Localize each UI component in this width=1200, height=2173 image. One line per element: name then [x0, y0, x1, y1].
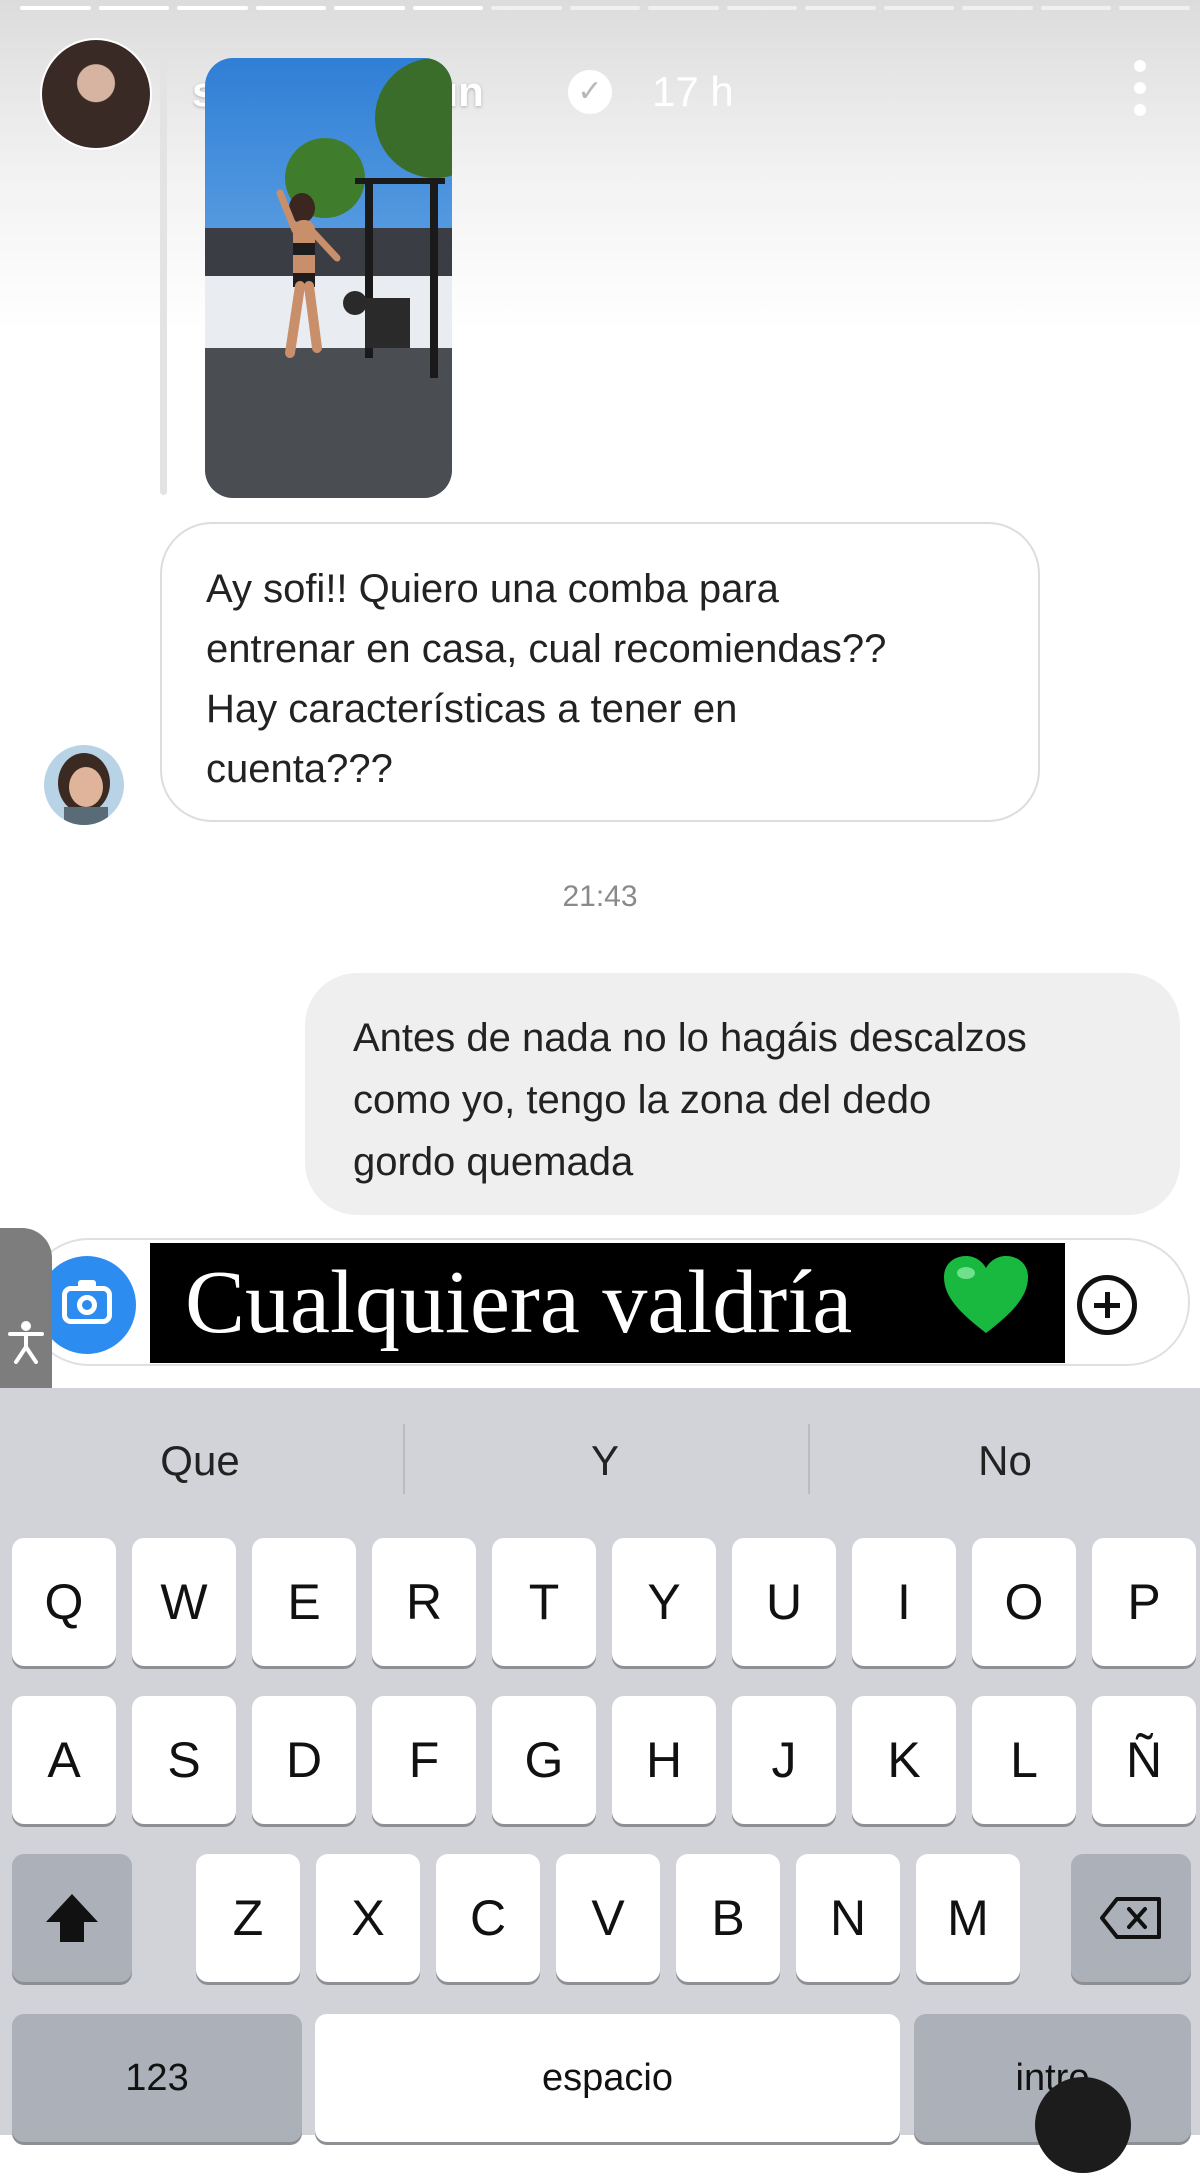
progress-segment — [177, 6, 248, 10]
key-a[interactable]: A — [12, 1696, 116, 1824]
plus-icon[interactable] — [1077, 1275, 1137, 1335]
suggestion-3[interactable]: No — [810, 1388, 1200, 1533]
progress-segment — [648, 6, 719, 10]
progress-segment — [334, 6, 405, 10]
shared-media-thumbnail[interactable] — [205, 58, 452, 498]
key-c[interactable]: C — [436, 1854, 540, 1982]
key-o[interactable]: O — [972, 1538, 1076, 1666]
key-j[interactable]: J — [732, 1696, 836, 1824]
key-n[interactable]: N — [796, 1854, 900, 1982]
backspace-icon — [1100, 1897, 1161, 1939]
story-text-overlay: Cualquiera valdría — [150, 1243, 1065, 1363]
key-s[interactable]: S — [132, 1696, 236, 1824]
more-icon[interactable] — [1130, 60, 1150, 120]
key-i[interactable]: I — [852, 1538, 956, 1666]
progress-segment — [805, 6, 876, 10]
progress-segment — [1119, 6, 1190, 10]
story-time: 17 h — [652, 68, 734, 115]
key-m[interactable]: M — [916, 1854, 1020, 1982]
key-t[interactable]: T — [492, 1538, 596, 1666]
progress-segment — [491, 6, 562, 10]
progress-segment — [883, 6, 955, 10]
suggestion-1[interactable]: Que — [0, 1388, 400, 1533]
key-ñ[interactable]: Ñ — [1092, 1696, 1196, 1824]
shift-key[interactable] — [12, 1854, 132, 1982]
progress-segment — [726, 6, 798, 10]
progress-segment — [412, 6, 484, 10]
key-z[interactable]: Z — [196, 1854, 300, 1982]
progress-segment — [569, 6, 641, 10]
space-key[interactable]: espacio — [315, 2014, 900, 2142]
key-f[interactable]: F — [372, 1696, 476, 1824]
verified-icon: ✓ — [568, 70, 612, 114]
progress-segment — [962, 6, 1033, 10]
incoming-message-text: Ay sofi!! Quiero una comba para entrenar… — [206, 567, 887, 791]
progress-segment — [98, 6, 170, 10]
key-g[interactable]: G — [492, 1696, 596, 1824]
key-v[interactable]: V — [556, 1854, 660, 1982]
message-timestamp: 21:43 — [562, 880, 638, 913]
keyboard: Que Y No 123 espacio intro QWERTYUIOPASD… — [0, 1388, 1200, 2142]
key-q[interactable]: Q — [12, 1538, 116, 1666]
key-d[interactable]: D — [252, 1696, 356, 1824]
sender-avatar[interactable] — [44, 745, 124, 825]
key-h[interactable]: H — [612, 1696, 716, 1824]
key-l[interactable]: L — [972, 1696, 1076, 1824]
key-w[interactable]: W — [132, 1538, 236, 1666]
incoming-message-bubble: Ay sofi!! Quiero una comba para entrenar… — [160, 522, 1040, 822]
quote-bar — [160, 55, 167, 495]
shift-icon — [46, 1894, 98, 1942]
progress-segment — [20, 6, 91, 10]
overlay-text: Cualquiera valdría — [185, 1253, 853, 1352]
outgoing-message-text: Antes de nada no lo hagáis descalzos com… — [353, 1016, 1027, 1184]
backspace-key[interactable] — [1071, 1854, 1191, 1982]
story-avatar[interactable] — [40, 38, 152, 150]
key-k[interactable]: K — [852, 1696, 956, 1824]
key-e[interactable]: E — [252, 1538, 356, 1666]
key-x[interactable]: X — [316, 1854, 420, 1982]
key-p[interactable]: P — [1092, 1538, 1196, 1666]
camera-icon[interactable] — [38, 1256, 136, 1354]
key-y[interactable]: Y — [612, 1538, 716, 1666]
green-heart-icon — [940, 1253, 1032, 1337]
key-r[interactable]: R — [372, 1538, 476, 1666]
numbers-key[interactable]: 123 — [12, 2014, 302, 2142]
dictation-icon[interactable] — [1035, 2077, 1131, 2173]
key-u[interactable]: U — [732, 1538, 836, 1666]
suggestion-2[interactable]: Y — [405, 1388, 805, 1533]
progress-segment — [1040, 6, 1112, 10]
progress-segment — [255, 6, 327, 10]
outgoing-message-bubble: Antes de nada no lo hagáis descalzos com… — [305, 973, 1180, 1215]
key-b[interactable]: B — [676, 1854, 780, 1982]
story-progress-bar — [20, 6, 1190, 10]
